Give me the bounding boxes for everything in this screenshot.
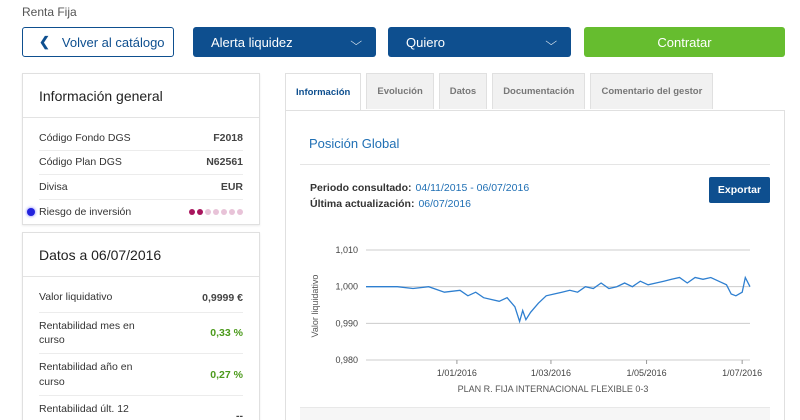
risk-dot [221,208,227,215]
y-tick-label: 0,980 [335,355,358,365]
datos-row: Rentabilidad mes en curso 0,33 % [39,313,243,355]
update-value: 06/07/2016 [418,198,472,210]
info-general-card: Información general Código Fondo DGS F20… [22,73,260,225]
chevron-left-icon: ❮ [39,34,50,49]
risk-dot [237,208,243,215]
risk-row: Riesgo de inversión [27,200,243,225]
datos-row-label: Rentabilidad mes en curso [39,320,135,347]
panel-title: Posición Global [309,136,400,151]
info-row-value: F2018 [213,131,243,144]
contratar-label: Contratar [657,34,712,50]
y-tick-label: 1,010 [335,245,358,255]
divider [300,164,770,165]
y-tick-label: 1,000 [335,282,358,292]
datos-row-label: Rentabilidad año en curso [39,361,133,388]
series-line [366,275,751,324]
datos-row-value: 0,9999 € [202,291,243,304]
quiero-dropdown[interactable]: Quiero ⌵ [388,27,571,57]
back-to-catalog-button[interactable]: ❮ Volver al catálogo [22,27,174,57]
info-row: Divisa EUR [39,175,243,200]
period-info: Periodo consultado: 04/11/2015 - 06/07/20… [310,180,529,212]
risk-dot [205,208,211,215]
datos-row-value: -- [236,409,243,420]
period-label: Periodo consultado: [310,182,412,194]
risk-dot [197,208,203,215]
panel-footer [300,407,770,420]
datos-row: Rentabilidad año en curso 0,27 % [39,354,243,396]
datos-title: Datos a 06/07/2016 [23,233,259,277]
x-tick-label: 1/01/2016 [437,368,477,378]
chevron-down-icon: ⌵ [544,35,557,48]
tab-informacion[interactable]: Información [285,73,362,111]
period-value: 04/11/2015 - 06/07/2016 [415,182,530,194]
update-label: Última actualización: [310,198,415,210]
datos-card: Datos a 06/07/2016 Valor liquidativo 0,9… [22,232,260,420]
contratar-button[interactable]: Contratar [584,27,785,57]
info-row: Código Fondo DGS F2018 [39,126,243,151]
info-row-value: N62561 [206,156,243,169]
back-button-label: Volver al catálogo [61,34,165,50]
tab-evolucion[interactable]: Evolución [366,73,434,109]
alerta-label: Alerta liquidez [211,34,293,50]
risk-label: Riesgo de inversión [39,205,132,218]
info-row: Código Plan DGS N62561 [39,151,243,175]
alerta-liquidez-dropdown[interactable]: Alerta liquidez ⌵ [193,27,376,57]
info-row-label: Código Fondo DGS [39,131,131,144]
cursor-dot-icon [27,207,35,216]
datos-row: Valor liquidativo 0,9999 € [39,283,243,313]
breadcrumb: Renta Fija [22,5,77,19]
x-tick-label: 1/07/2016 [722,368,762,378]
tab-comentario-gestor[interactable]: Comentario del gestor [590,73,714,109]
x-tick-label: 1/03/2016 [531,368,571,378]
datos-row-value: 0,33 % [210,327,243,340]
export-button[interactable]: Exportar [709,177,770,203]
y-axis-label: Valor liquidativo [310,275,320,338]
risk-dot [213,208,219,215]
datos-row-label: Valor liquidativo [39,291,113,304]
y-tick-label: 0,990 [335,318,358,328]
x-tick-label: 1/05/2016 [627,368,667,378]
risk-dot [189,208,195,215]
datos-row-value: 0,27 % [210,368,243,381]
info-row-label: Divisa [39,180,68,193]
chevron-down-icon: ⌵ [349,35,362,48]
x-axis-label: PLAN R. FIJA INTERNACIONAL FLEXIBLE 0-3 [458,384,649,394]
datos-row-label: Rentabilidad últ. 12 meses [39,402,129,420]
tab-bar: Información Evolución Datos Documentació… [285,73,718,111]
tab-documentacion[interactable]: Documentación [492,73,586,109]
risk-dot [229,208,235,215]
info-general-title: Información general [23,74,259,118]
info-row-label: Código Plan DGS [39,156,122,169]
posicion-global-panel: Posición Global Periodo consultado: 04/11… [285,110,785,420]
nav-chart: 1,010 1,000 0,990 0,980 1/01/2016 1/03/2016 1… [310,245,762,394]
quiero-label: Quiero [406,34,446,50]
info-row-value: EUR [220,180,243,193]
risk-indicator [189,208,243,215]
datos-row: Rentabilidad últ. 12 meses -- [39,396,243,420]
tab-datos[interactable]: Datos [438,73,488,109]
